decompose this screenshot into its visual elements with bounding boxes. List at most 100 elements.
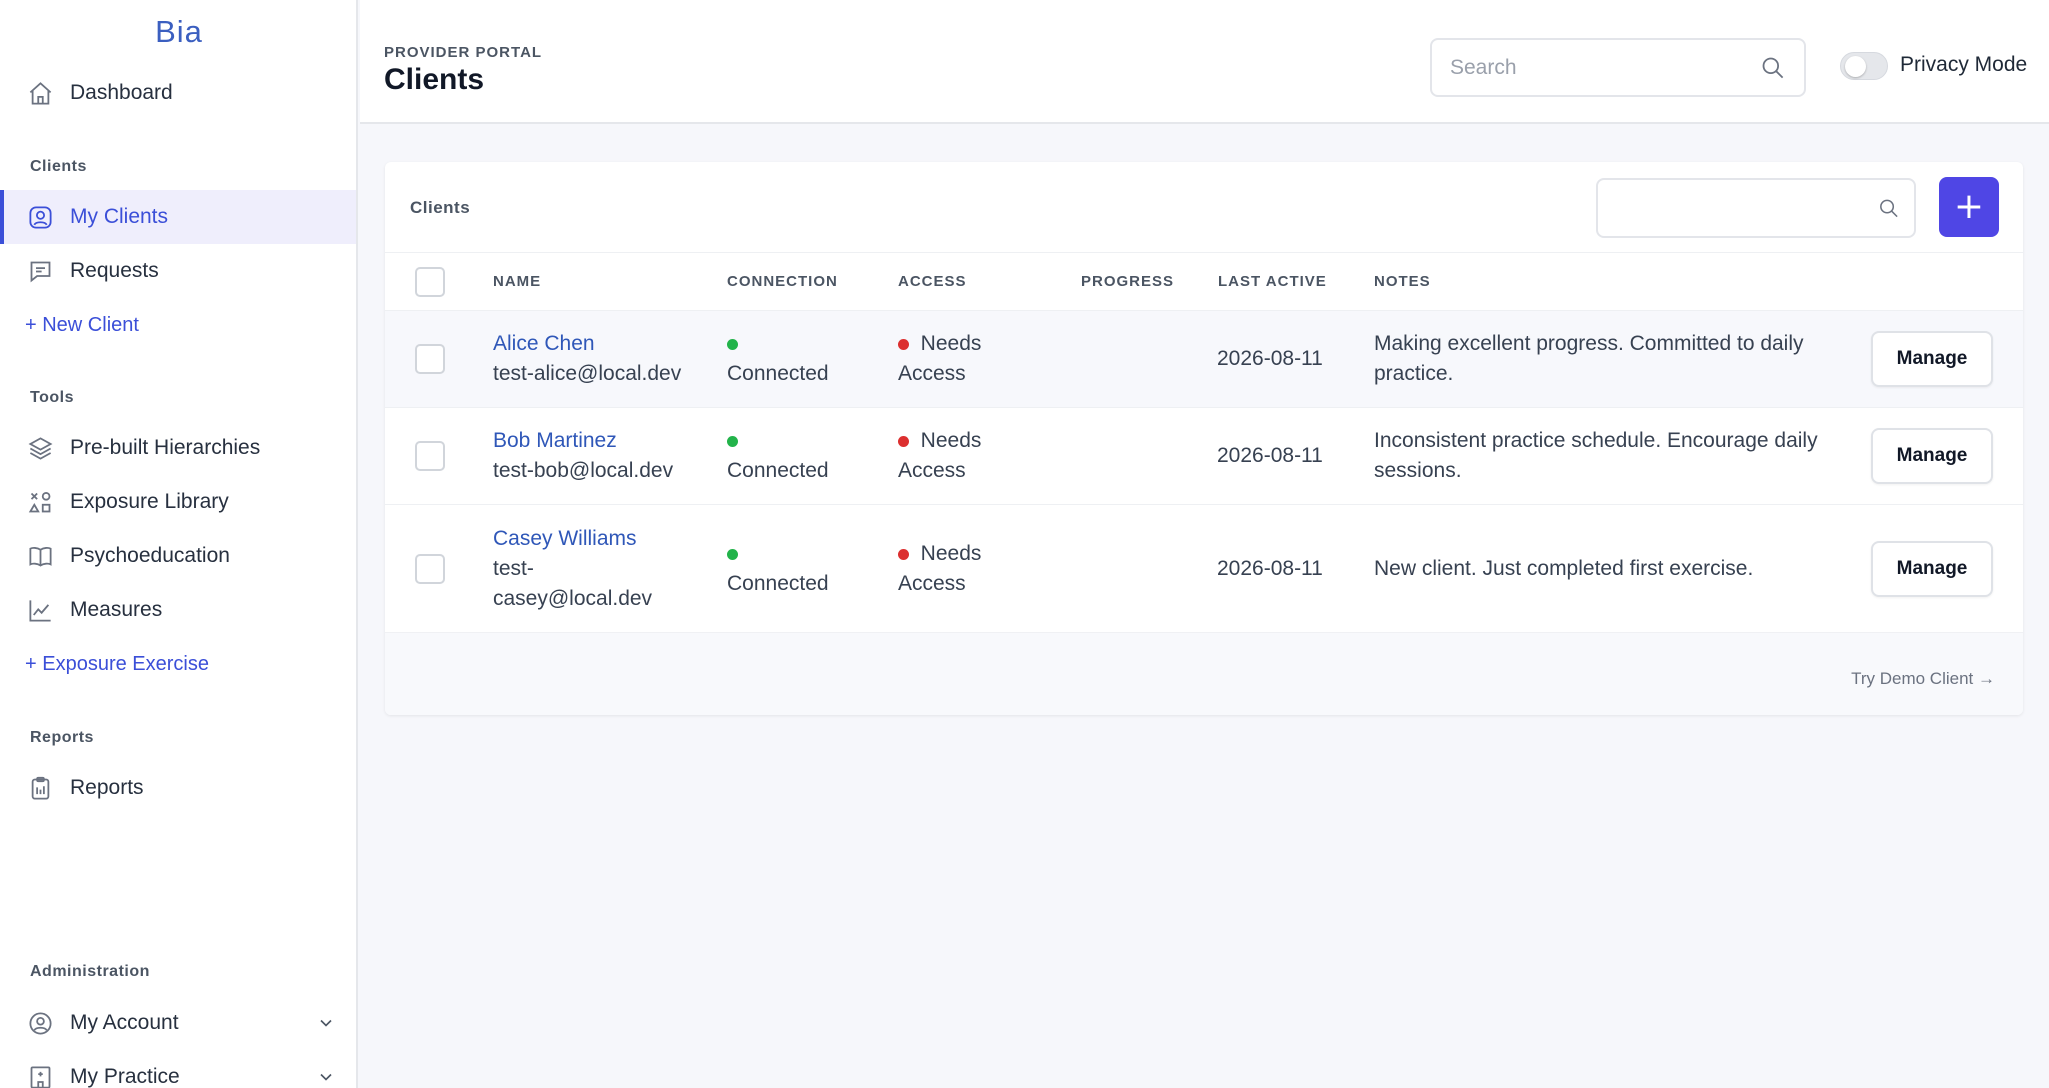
access-status-line2: Access <box>898 459 966 482</box>
row-checkbox[interactable] <box>415 554 445 584</box>
client-notes: New client. Just completed first exercis… <box>1374 557 1754 580</box>
sidebar-item-hierarchies[interactable]: Pre-built Hierarchies <box>0 421 356 475</box>
section-clients: Clients <box>30 158 87 175</box>
building-icon <box>26 1063 54 1088</box>
connection-status-dot <box>727 329 738 359</box>
shapes-icon <box>26 488 54 516</box>
new-exposure-exercise-link[interactable]: + Exposure Exercise <box>0 637 356 691</box>
table-row[interactable]: Casey Williams test- casey@local.dev Con… <box>385 504 2023 632</box>
section-administration: Administration <box>30 963 150 980</box>
column-header-access[interactable]: ACCESS <box>898 273 967 290</box>
connection-status: Connected <box>727 572 829 595</box>
sidebar-item-my-practice[interactable]: My Practice <box>0 1050 356 1088</box>
sidebar-item-exposure-library[interactable]: Exposure Library <box>0 475 356 529</box>
line-chart-icon <box>26 596 54 624</box>
connection-status: Connected <box>727 459 829 482</box>
column-header-connection[interactable]: CONNECTION <box>727 273 838 290</box>
column-header-last-active[interactable]: LAST ACTIVE <box>1218 273 1327 290</box>
sidebar-item-label: Measures <box>70 598 163 621</box>
manage-button[interactable]: Manage <box>1871 428 1993 484</box>
book-icon <box>26 542 54 570</box>
privacy-mode-toggle[interactable] <box>1840 52 1888 80</box>
sidebar-item-measures[interactable]: Measures <box>0 583 356 637</box>
client-notes-line2: practice. <box>1374 362 1454 385</box>
chevron-down-icon[interactable] <box>316 1067 336 1087</box>
new-client-link[interactable]: + New Client <box>0 298 356 352</box>
manage-button[interactable]: Manage <box>1871 331 1993 387</box>
sidebar-item-label: Psychoeducation <box>70 544 230 567</box>
client-email: test- <box>493 557 534 580</box>
column-header-name[interactable]: NAME <box>493 273 541 290</box>
sidebar-item-requests[interactable]: Requests <box>0 244 356 298</box>
access-status-dot <box>898 338 909 350</box>
last-active-date: 2026-08-11 <box>1217 347 1323 370</box>
sidebar-item-label: Reports <box>70 776 144 799</box>
add-client-button[interactable]: + <box>1939 177 1999 237</box>
access-status-dot <box>898 548 909 560</box>
global-search[interactable] <box>1430 38 1806 97</box>
client-email: test-bob@local.dev <box>493 459 674 482</box>
page-title: Clients <box>384 63 485 96</box>
client-email: test-alice@local.dev <box>493 362 682 385</box>
connection-status: Connected <box>727 362 829 385</box>
try-demo-client-link[interactable]: Try Demo Client → <box>1851 669 1995 689</box>
brand-logo[interactable]: Bia <box>0 14 358 50</box>
clipboard-icon <box>26 774 54 802</box>
search-icon <box>1880 199 1898 218</box>
table-row[interactable]: Alice Chen test-alice@local.dev Connecte… <box>385 310 2023 407</box>
chat-icon <box>26 257 54 285</box>
sidebar-item-label: My Account <box>70 1011 179 1034</box>
client-notes: Inconsistent practice schedule. Encourag… <box>1374 429 1818 452</box>
search-icon <box>1762 57 1784 79</box>
client-search[interactable] <box>1596 178 1916 238</box>
layers-icon <box>26 434 54 462</box>
client-notes: Making excellent progress. Committed to … <box>1374 332 1804 355</box>
account-circle-icon <box>26 1009 54 1037</box>
sidebar-item-my-account[interactable]: My Account <box>0 996 356 1050</box>
chevron-down-icon[interactable] <box>316 1013 336 1033</box>
manage-button[interactable]: Manage <box>1871 541 1993 597</box>
card-footer: Try Demo Client → <box>385 632 2023 715</box>
sidebar-item-label: My Practice <box>70 1065 180 1088</box>
last-active-date: 2026-08-11 <box>1217 444 1323 467</box>
home-icon <box>26 79 54 107</box>
client-name-link[interactable]: Bob Martinez <box>493 426 617 456</box>
sidebar-item-label: Pre-built Hierarchies <box>70 436 261 459</box>
search-input[interactable] <box>1450 55 1759 80</box>
section-tools: Tools <box>30 389 74 406</box>
user-circle-icon <box>26 203 54 231</box>
privacy-mode-label: Privacy Mode <box>1900 53 2028 76</box>
portal-label: PROVIDER PORTAL <box>384 44 543 61</box>
connection-status-dot <box>727 426 738 456</box>
access-status-line2: Access <box>898 572 966 595</box>
sidebar-item-dashboard[interactable]: Dashboard <box>0 66 356 120</box>
row-checkbox[interactable] <box>415 344 445 374</box>
column-header-progress[interactable]: PROGRESS <box>1081 273 1174 290</box>
select-all-checkbox[interactable] <box>415 267 445 297</box>
card-title: Clients <box>410 198 471 217</box>
sidebar-item-label: Requests <box>70 259 159 282</box>
connection-status-dot <box>727 539 738 569</box>
sidebar-item-reports[interactable]: Reports <box>0 761 356 815</box>
access-status: Needs <box>898 426 981 456</box>
column-header-notes[interactable]: NOTES <box>1374 273 1431 290</box>
sidebar: Bia Dashboard Clients My Clients Request… <box>0 0 358 1088</box>
client-search-input[interactable] <box>1612 196 1877 220</box>
access-status-line2: Access <box>898 362 966 385</box>
client-notes-line2: sessions. <box>1374 459 1462 482</box>
table-row[interactable]: Bob Martinez test-bob@local.dev Connecte… <box>385 407 2023 504</box>
last-active-date: 2026-08-11 <box>1217 557 1323 580</box>
section-reports: Reports <box>30 729 94 746</box>
row-checkbox[interactable] <box>415 441 445 471</box>
access-status: Needs <box>898 329 981 359</box>
sidebar-item-my-clients[interactable]: My Clients <box>0 190 356 244</box>
sidebar-item-label: My Clients <box>70 205 169 228</box>
top-bar: PROVIDER PORTAL Clients Privacy Mode <box>360 0 2049 124</box>
client-name-link[interactable]: Alice Chen <box>493 329 595 359</box>
client-email-line2: casey@local.dev <box>493 587 653 610</box>
sidebar-item-psychoeducation[interactable]: Psychoeducation <box>0 529 356 583</box>
client-name-link[interactable]: Casey Williams <box>493 524 637 554</box>
access-status: Needs <box>898 539 981 569</box>
clients-card: Clients + NAME CONNECTION ACCESS PROGRES… <box>385 162 2023 715</box>
sidebar-item-label: Exposure Library <box>70 490 229 513</box>
